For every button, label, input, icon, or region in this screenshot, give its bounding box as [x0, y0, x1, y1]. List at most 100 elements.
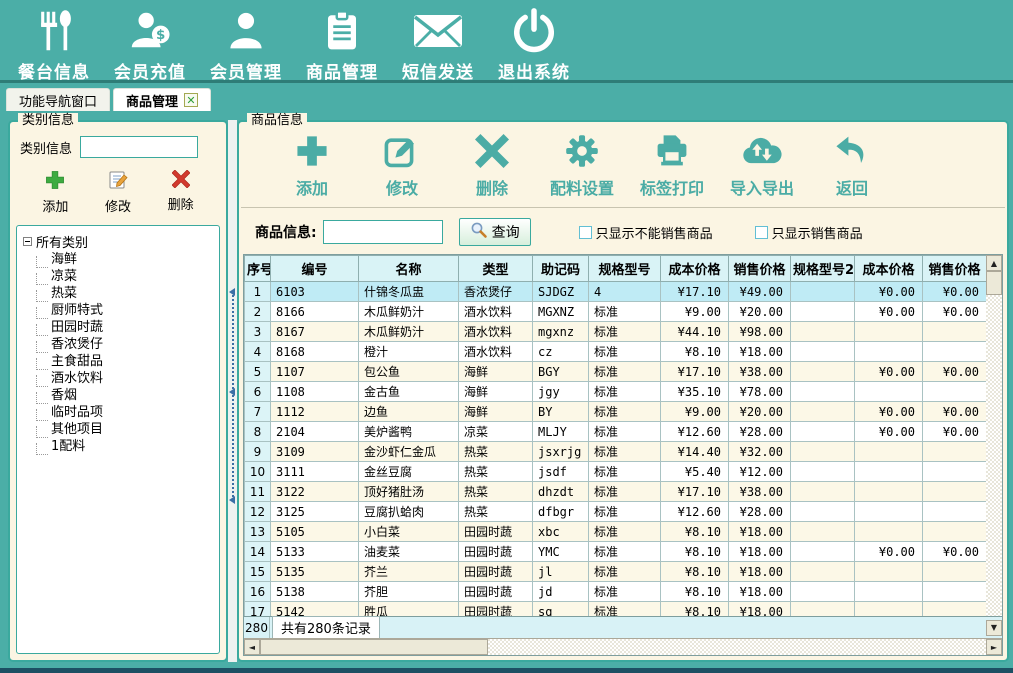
tree-item-其他项目[interactable]: 其他项目	[21, 421, 215, 438]
tab-功能导航窗口[interactable]: 功能导航窗口	[6, 88, 110, 111]
topbar-item-餐台信息[interactable]: 餐台信息	[14, 6, 94, 83]
tree-collapse-icon[interactable]	[23, 237, 32, 246]
tree-item-香烟[interactable]: 香烟	[21, 387, 215, 404]
category-删除-button[interactable]: 删除	[168, 170, 194, 215]
product-添加-button[interactable]: 添加	[269, 132, 355, 201]
horizontal-scroll-track[interactable]	[488, 639, 986, 655]
table-row[interactable]: 61108金古鱼海鲜jgy标准¥35.10¥78.00	[245, 382, 987, 402]
column-header-销售价格[interactable]: 销售价格	[923, 256, 987, 282]
cell-助记码: jgy	[533, 382, 589, 402]
product-配料设置-button[interactable]: 配料设置	[539, 132, 625, 201]
table-row[interactable]: 48168橙汁酒水饮料cz标准¥8.10¥18.00	[245, 342, 987, 362]
cell-序号: 3	[245, 322, 271, 342]
table-row[interactable]: 16103什锦冬瓜盅香浓煲仔SJDGZ4¥17.10¥49.00¥0.00¥0.…	[245, 282, 987, 302]
tree-item-临时品项[interactable]: 临时品项	[21, 404, 215, 421]
cell-成本价格: ¥17.10	[661, 362, 729, 382]
checkbox-只显示销售商品[interactable]: 只显示销售商品	[755, 223, 863, 242]
column-header-销售价格[interactable]: 销售价格	[729, 256, 791, 282]
tree-item-凉菜[interactable]: 凉菜	[21, 268, 215, 285]
column-header-类型[interactable]: 类型	[459, 256, 533, 282]
checkbox-icon[interactable]	[579, 226, 592, 239]
table-row[interactable]: 82104美炉酱鸭凉菜MLJY标准¥12.60¥28.00¥0.00¥0.00	[245, 422, 987, 442]
product-标签打印-button[interactable]: 标签打印	[629, 132, 715, 201]
column-header-成本价格[interactable]: 成本价格	[855, 256, 923, 282]
product-search-input[interactable]	[323, 220, 443, 244]
splitter-arrow-icon[interactable]	[229, 288, 235, 296]
scroll-right-icon[interactable]: ►	[986, 639, 1002, 655]
category-添加-button[interactable]: 添加	[42, 170, 68, 215]
table-row[interactable]: 145133油麦菜田园时蔬YMC标准¥8.10¥18.00¥0.00¥0.00	[245, 542, 987, 562]
product-导入导出-button[interactable]: 导入导出	[719, 132, 805, 201]
column-header-成本价格[interactable]: 成本价格	[661, 256, 729, 282]
category-tree[interactable]: 所有类别 海鲜 凉菜 热菜 厨师特式 田园时蔬 香浓煲仔 主食甜品 酒水饮料	[16, 225, 220, 654]
column-header-编号[interactable]: 编号	[271, 256, 359, 282]
splitter-arrow-icon[interactable]	[229, 496, 235, 504]
table-row[interactable]: 93109金沙虾仁金瓜热菜jsxrjg标准¥14.40¥32.00	[245, 442, 987, 462]
product-返回-button[interactable]: 返回	[809, 132, 895, 201]
category-input[interactable]	[80, 136, 198, 158]
cell-编号: 8167	[271, 322, 359, 342]
table-row[interactable]: 155135芥兰田园时蔬jl标准¥8.10¥18.00	[245, 562, 987, 582]
grid-viewport[interactable]: 序号编号名称类型助记码规格型号成本价格销售价格规格型号2成本价格销售价格 161…	[244, 255, 986, 616]
topbar-item-短信发送[interactable]: 短信发送	[398, 6, 478, 83]
checkbox-icon[interactable]	[755, 226, 768, 239]
table-row[interactable]: 165138芥胆田园时蔬jd标准¥8.10¥18.00	[245, 582, 987, 602]
tree-item-厨师特式[interactable]: 厨师特式	[21, 302, 215, 319]
tree-item-1配料[interactable]: 1配料	[21, 438, 215, 455]
vertical-scroll-track[interactable]	[986, 295, 1002, 616]
column-header-名称[interactable]: 名称	[359, 256, 459, 282]
table-row[interactable]: 28166木瓜鲜奶汁酒水饮料MGXNZ标准¥9.00¥20.00¥0.00¥0.…	[245, 302, 987, 322]
tab-商品管理[interactable]: 商品管理✕	[113, 88, 211, 111]
scroll-left-icon[interactable]: ◄	[244, 639, 260, 655]
content-area: 类别信息 类别信息 添加 修改 删除 所有类别	[0, 114, 1013, 662]
cell-规格型号2	[791, 562, 855, 582]
column-header-规格型号2[interactable]: 规格型号2	[791, 256, 855, 282]
checkbox-label: 只显示不能销售商品	[596, 223, 713, 242]
tree-item-热菜[interactable]: 热菜	[21, 285, 215, 302]
topbar-item-会员管理[interactable]: 会员管理	[206, 6, 286, 83]
tree-item-海鲜[interactable]: 海鲜	[21, 251, 215, 268]
status-bar: 280 共有280条记录 ▼	[244, 616, 1002, 638]
horizontal-scrollbar[interactable]: ◄ ►	[244, 638, 1002, 655]
splitter-arrow-icon[interactable]	[229, 388, 235, 396]
table-row[interactable]: 71112边鱼海鲜BY标准¥9.00¥20.00¥0.00¥0.00	[245, 402, 987, 422]
table-row[interactable]: 113122顶好猪肚汤热菜dhzdt标准¥17.10¥38.00	[245, 482, 987, 502]
category-修改-button[interactable]: 修改	[105, 170, 131, 215]
tree-root-item[interactable]: 所有类别	[21, 232, 215, 251]
table-row[interactable]: 135105小白菜田园时蔬xbc标准¥8.10¥18.00	[245, 522, 987, 542]
vertical-scroll-thumb[interactable]	[986, 271, 1002, 295]
column-header-规格型号[interactable]: 规格型号	[589, 256, 661, 282]
product-删除-button[interactable]: 删除	[449, 132, 535, 201]
tree-item-label: 凉菜	[48, 268, 77, 285]
tree-item-主食甜品[interactable]: 主食甜品	[21, 353, 215, 370]
product-panel: 商品信息 添加 修改 删除 配料设置 标签打印 导入导出 返回 商品信息:	[237, 120, 1009, 662]
column-header-序号[interactable]: 序号	[245, 256, 271, 282]
table-row[interactable]: 103111金丝豆腐热菜jsdf标准¥5.40¥12.00	[245, 462, 987, 482]
horizontal-scroll-thumb[interactable]	[260, 639, 488, 655]
cell-成本价格: ¥8.10	[661, 562, 729, 582]
column-header-助记码[interactable]: 助记码	[533, 256, 589, 282]
cell-序号: 14	[245, 542, 271, 562]
cell-序号: 4	[245, 342, 271, 362]
cell-编号: 2104	[271, 422, 359, 442]
topbar-item-会员充值[interactable]: $ 会员充值	[110, 6, 190, 83]
query-button[interactable]: 查询	[459, 218, 531, 246]
tab-close-icon[interactable]: ✕	[184, 93, 198, 107]
scroll-up-icon[interactable]: ▲	[986, 255, 1002, 271]
tree-item-label: 其他项目	[48, 421, 103, 438]
product-修改-button[interactable]: 修改	[359, 132, 445, 201]
checkbox-只显示不能销售商品[interactable]: 只显示不能销售商品	[579, 223, 713, 242]
table-row[interactable]: 38167木瓜鲜奶汁酒水饮料mgxnz标准¥44.10¥98.00	[245, 322, 987, 342]
cell-规格型号: 标准	[589, 542, 661, 562]
table-row[interactable]: 123125豆腐扒蛤肉热菜dfbgr标准¥12.60¥28.00	[245, 502, 987, 522]
table-row[interactable]: 51107包公鱼海鲜BGY标准¥17.10¥38.00¥0.00¥0.00	[245, 362, 987, 382]
table-row[interactable]: 175142胜瓜田园时蔬sg标准¥8.10¥18.00	[245, 602, 987, 617]
tree-item-香浓煲仔[interactable]: 香浓煲仔	[21, 336, 215, 353]
panel-splitter[interactable]	[228, 120, 237, 662]
topbar-item-商品管理[interactable]: 商品管理	[302, 6, 382, 83]
vertical-scrollbar[interactable]: ▲	[986, 255, 1002, 616]
topbar-item-退出系统[interactable]: 退出系统	[494, 6, 574, 83]
scroll-down-icon[interactable]: ▼	[986, 620, 1002, 636]
tree-item-田园时蔬[interactable]: 田园时蔬	[21, 319, 215, 336]
tree-item-酒水饮料[interactable]: 酒水饮料	[21, 370, 215, 387]
